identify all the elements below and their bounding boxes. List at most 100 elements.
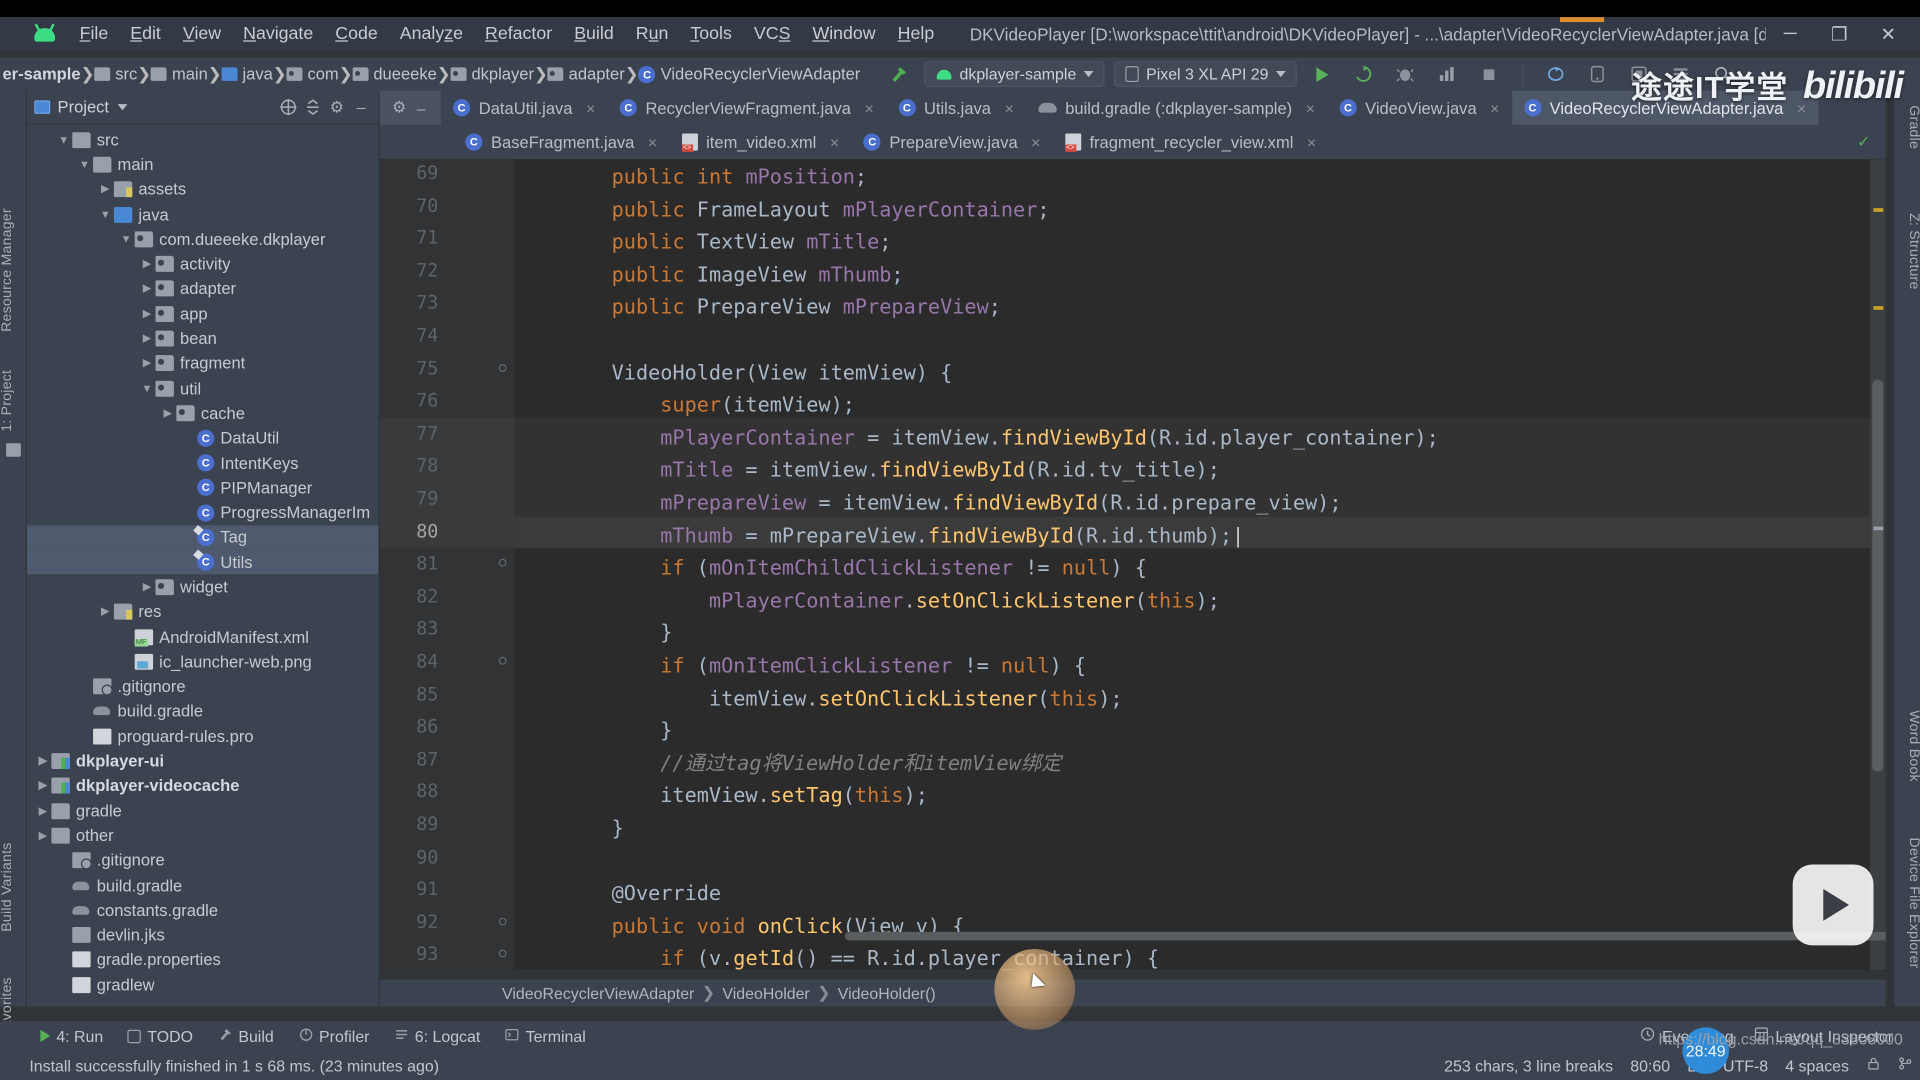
- close-tab-icon[interactable]: ×: [830, 133, 839, 151]
- menu-window[interactable]: Window: [801, 21, 886, 45]
- editor-horizontal-scrollbar[interactable]: [514, 929, 1886, 942]
- code-line[interactable]: //通过tag将ViewHolder和itemView绑定: [514, 748, 1885, 781]
- editor-gutter[interactable]: 69 70 71 72 73 74 75 76 77 78 79 80 81 82 83 84 85 86 87 88…: [379, 159, 515, 970]
- menu-tools[interactable]: Tools: [679, 21, 743, 45]
- tree-item[interactable]: AndroidManifest.xml: [27, 624, 378, 649]
- breadcrumb-item-module[interactable]: er-sample: [2, 65, 80, 83]
- collapse-arrow-icon[interactable]: ▶: [97, 183, 114, 196]
- expand-arrow-icon[interactable]: ▼: [55, 134, 72, 146]
- collapse-all-icon[interactable]: [302, 97, 322, 117]
- tool-window-gradle[interactable]: Gradle: [1894, 98, 1920, 156]
- tree-item[interactable]: gradlew: [27, 972, 378, 997]
- tool-window-project[interactable]: 1: Project: [0, 362, 27, 439]
- code-fold-marker[interactable]: [497, 656, 508, 667]
- editor-tab[interactable]: C DataUtil.java ×: [441, 91, 608, 125]
- scroll-from-source-icon[interactable]: [278, 97, 298, 117]
- gradle-sync-button[interactable]: [1540, 61, 1572, 88]
- menu-refactor[interactable]: Refactor: [474, 21, 563, 45]
- tree-item[interactable]: .gitignore: [27, 674, 378, 699]
- status-encoding[interactable]: UTF-8: [1723, 1056, 1768, 1074]
- code-line[interactable]: itemView.setTag(this);: [514, 780, 1885, 813]
- tree-item[interactable]: C ProgressManagerIm: [27, 500, 378, 525]
- code-fold-marker[interactable]: [497, 949, 508, 960]
- menu-view[interactable]: View: [172, 21, 232, 45]
- breadcrumb-item-dueeeke[interactable]: dueeeke: [352, 65, 437, 83]
- breadcrumb-item-main[interactable]: main: [151, 65, 208, 83]
- tree-item[interactable]: constants.gradle: [27, 898, 378, 923]
- stop-button[interactable]: [1473, 61, 1505, 88]
- tree-item[interactable]: C Utils: [26, 549, 379, 575]
- code-line[interactable]: }: [514, 618, 1885, 651]
- tree-item[interactable]: ▶ dkplayer-ui: [27, 749, 378, 774]
- code-fold-marker[interactable]: [497, 363, 508, 374]
- expand-arrow-icon[interactable]: ▼: [118, 233, 135, 245]
- build-hammer-button[interactable]: [882, 61, 914, 88]
- breadcrumb-inner-class[interactable]: VideoHolder: [722, 984, 809, 1002]
- editor-tab[interactable]: C VideoRecyclerViewAdapter.java ×: [1511, 90, 1819, 125]
- menu-build[interactable]: Build: [563, 21, 625, 45]
- tree-item[interactable]: ▶ dkplayer-videocache: [27, 774, 378, 799]
- gear-icon[interactable]: ⚙: [389, 98, 409, 118]
- editor-tab[interactable]: build.gradle (:dkplayer-sample) ×: [1026, 91, 1327, 125]
- collapse-arrow-icon[interactable]: ▶: [138, 332, 155, 345]
- expand-arrow-icon[interactable]: ▼: [138, 382, 155, 394]
- tool-window-build-variants[interactable]: Build Variants: [0, 835, 27, 939]
- structure-icon[interactable]: [6, 443, 21, 457]
- collapse-arrow-icon[interactable]: ▶: [34, 779, 51, 792]
- menu-analyze[interactable]: Analyze: [389, 21, 474, 45]
- close-tab-icon[interactable]: ×: [1490, 99, 1499, 117]
- maximize-button[interactable]: ❐: [1815, 18, 1864, 50]
- chevron-down-icon[interactable]: [117, 104, 128, 111]
- menu-run[interactable]: Run: [625, 21, 680, 45]
- code-line[interactable]: mThumb = mPrepareView.findViewById(R.id.…: [514, 520, 1885, 553]
- code-line[interactable]: [514, 324, 1885, 357]
- breadcrumb-item-src[interactable]: src: [94, 65, 137, 83]
- code-line[interactable]: mTitle = itemView.findViewById(R.id.tv_t…: [514, 455, 1885, 488]
- search-everywhere-button[interactable]: [1707, 61, 1739, 88]
- editor-tab[interactable]: C RecyclerViewFragment.java ×: [608, 91, 886, 125]
- collapse-arrow-icon[interactable]: ▶: [138, 257, 155, 270]
- collapse-arrow-icon[interactable]: ▶: [34, 829, 51, 842]
- collapse-arrow-icon[interactable]: ▶: [138, 357, 155, 370]
- breadcrumb-item-adapter[interactable]: adapter: [547, 65, 625, 83]
- editor-tab[interactable]: C Utils.java ×: [886, 91, 1026, 125]
- tree-item[interactable]: ▶ app: [27, 301, 378, 326]
- tree-item[interactable]: devlin.jks: [27, 923, 378, 948]
- warning-marker[interactable]: [1873, 306, 1884, 310]
- warning-marker[interactable]: [1873, 208, 1884, 212]
- close-tab-icon[interactable]: ×: [1004, 99, 1013, 117]
- tool-window-terminal[interactable]: Terminal: [494, 1024, 597, 1047]
- device-selector[interactable]: Pixel 3 XL API 29: [1114, 61, 1297, 87]
- breadcrumb-item-dkplayer[interactable]: dkplayer: [450, 65, 534, 83]
- tool-window-structure[interactable]: Z: Structure: [1894, 206, 1920, 297]
- tree-item[interactable]: C PIPManager: [27, 475, 378, 500]
- menu-edit[interactable]: Edit: [119, 21, 172, 45]
- tree-item[interactable]: ▶ adapter: [27, 276, 378, 301]
- profile-button[interactable]: [1431, 61, 1463, 88]
- menu-help[interactable]: Help: [887, 21, 946, 45]
- tree-item[interactable]: build.gradle: [27, 873, 378, 898]
- error-stripe[interactable]: [1870, 159, 1886, 970]
- info-marker[interactable]: [1873, 526, 1884, 531]
- code-line[interactable]: super(itemView);: [514, 390, 1885, 423]
- tree-item[interactable]: ▶ cache: [27, 401, 378, 426]
- minimize-button[interactable]: ─: [1766, 18, 1815, 50]
- tree-item[interactable]: ▶ widget: [27, 575, 378, 600]
- code-line[interactable]: public FrameLayout mPlayerContainer;: [514, 194, 1885, 227]
- code-line[interactable]: itemView.setOnClickListener(this);: [514, 683, 1885, 716]
- close-tab-icon[interactable]: ×: [1307, 133, 1316, 151]
- tool-window-logcat[interactable]: 6: Logcat: [383, 1024, 491, 1047]
- code-line[interactable]: mPlayerContainer.setOnClickListener(this…: [514, 585, 1885, 618]
- tool-window-resource-manager[interactable]: Resource Manager: [0, 201, 27, 339]
- hide-editor-icon[interactable]: –: [411, 98, 431, 118]
- code-line[interactable]: public TextView mTitle;: [514, 227, 1885, 260]
- code-line[interactable]: if (mOnItemClickListener != null) {: [514, 650, 1885, 683]
- breadcrumb-item-com[interactable]: com: [286, 65, 339, 83]
- code-line[interactable]: }: [514, 813, 1885, 846]
- code-line[interactable]: mPlayerContainer = itemView.findViewById…: [514, 422, 1885, 455]
- expand-arrow-icon[interactable]: ▼: [76, 158, 93, 170]
- collapse-arrow-icon[interactable]: ▶: [138, 580, 155, 593]
- code-line[interactable]: VideoHolder(View itemView) {: [514, 357, 1885, 390]
- tree-item[interactable]: C IntentKeys: [27, 450, 378, 475]
- editor-tab[interactable]: C VideoView.java ×: [1327, 91, 1511, 125]
